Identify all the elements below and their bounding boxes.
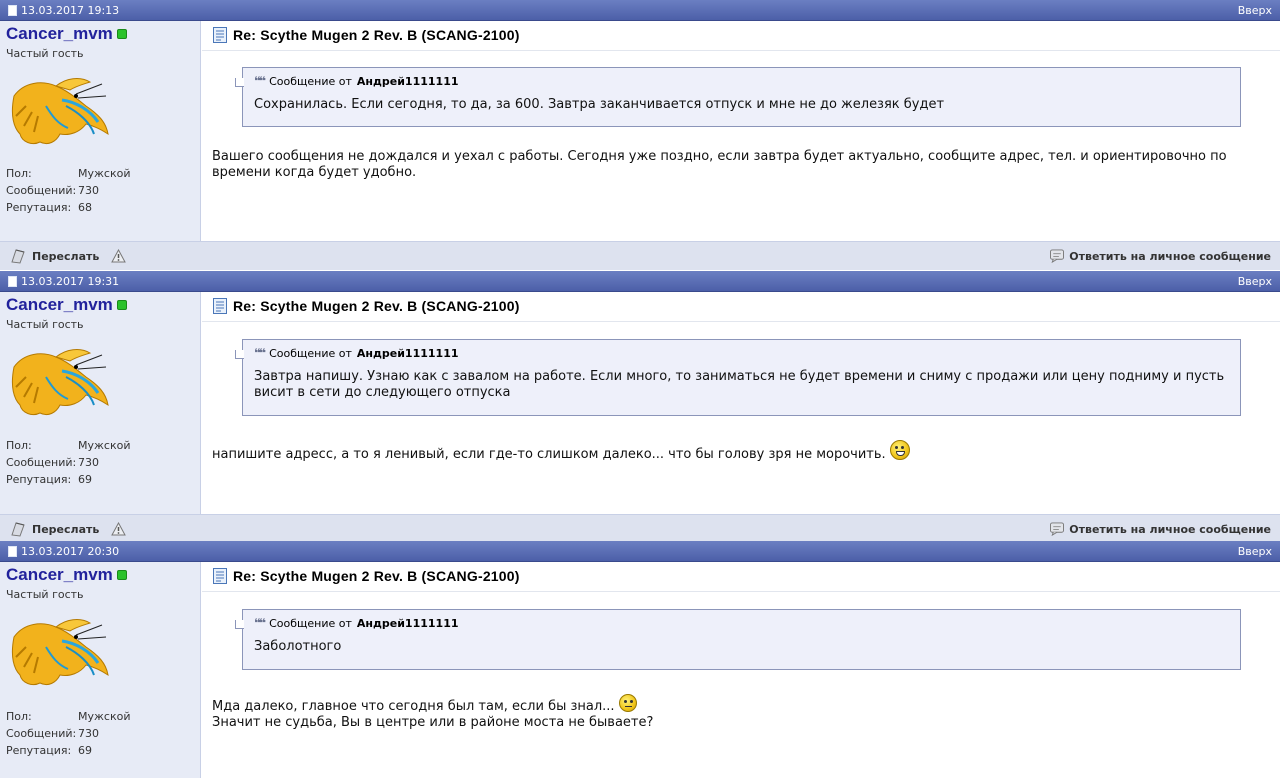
quote-block: ❝❝ Сообщение от Андрей1111111 Сохранилась.… — [235, 67, 1241, 127]
quote-icon: ❝❝ — [254, 74, 266, 88]
post-title: Re: Scythe Mugen 2 Rev. B (SCANG-2100) — [233, 568, 520, 584]
user-rank: Частый гость — [6, 588, 84, 601]
username-link[interactable]: Cancer_mvm — [6, 565, 113, 585]
online-status-icon — [116, 300, 127, 310]
post-header: 13.03.2017 19:13 Вверх — [0, 0, 1280, 21]
crayfish-avatar[interactable] — [6, 76, 110, 148]
stat-row: Сообщений: 730 — [6, 184, 99, 197]
back-to-top-link[interactable]: Вверх — [1238, 0, 1272, 21]
post-title: Re: Scythe Mugen 2 Rev. B (SCANG-2100) — [233, 298, 520, 314]
online-status-icon — [116, 29, 127, 39]
back-to-top-link[interactable]: Вверх — [1238, 271, 1272, 292]
quote-author[interactable]: Андрей1111111 — [357, 75, 459, 88]
quote-icon: ❝❝ — [254, 616, 266, 630]
post-date: 13.03.2017 19:13 — [21, 4, 120, 17]
document-icon — [213, 27, 227, 43]
post-icon — [8, 276, 17, 287]
online-status-icon — [116, 570, 127, 580]
back-to-top-link[interactable]: Вверх — [1238, 541, 1272, 562]
post-1: 13.03.2017 19:13 Вверх Cancer_mvm Частый… — [0, 0, 1280, 270]
post-2: 13.03.2017 19:31 Вверх Cancer_mvm Частый… — [0, 271, 1280, 543]
stat-row: Сообщений: 730 — [6, 727, 99, 740]
post-header: 13.03.2017 19:31 Вверх — [0, 271, 1280, 292]
reply-private-button[interactable]: Ответить на личное сообщение — [1069, 523, 1271, 536]
stat-row: Пол: Мужской — [6, 710, 131, 723]
crayfish-avatar[interactable] — [6, 617, 110, 689]
post-body: Cancer_mvm Частый гость Пол: Мужской Сооб… — [0, 562, 1280, 778]
post-3: 13.03.2017 20:30 Вверх Cancer_mvm Частый… — [0, 541, 1280, 778]
post-date: 13.03.2017 19:31 — [21, 275, 120, 288]
user-stats: Пол: Мужской Сообщений: 730 Репутация: 69 — [6, 708, 130, 759]
quote-text: Заболотного — [254, 639, 342, 654]
quote-prefix: Сообщение от — [269, 346, 352, 360]
warning-icon[interactable] — [111, 249, 127, 263]
forward-icon[interactable] — [10, 521, 26, 537]
crayfish-avatar[interactable] — [6, 347, 110, 419]
message-text: напишите адресс, а то я ленивый, если гд… — [212, 440, 1240, 463]
user-panel: Cancer_mvm Частый гость Пол: Мужской Сооб… — [0, 292, 201, 514]
user-panel: Cancer_mvm Частый гость Пол: Мужской Сооб… — [0, 21, 201, 241]
neutral-smiley-icon — [618, 694, 637, 712]
post-footer: Переслать Ответить на личное сообщение — [0, 241, 1280, 270]
quote-author[interactable]: Андрей1111111 — [357, 347, 459, 360]
quote-block: ❝❝ Сообщение от Андрей1111111 Заболотного — [235, 609, 1241, 670]
message-panel: Re: Scythe Mugen 2 Rev. B (SCANG-2100) ❝… — [202, 21, 1280, 241]
document-icon — [213, 568, 227, 584]
post-icon — [8, 5, 17, 16]
quote-prefix: Сообщение от — [269, 74, 352, 88]
quote-block: ❝❝ Сообщение от Андрей1111111 Завтра напиш… — [235, 339, 1241, 416]
stat-row: Репутация: 68 — [6, 201, 92, 214]
post-header: 13.03.2017 20:30 Вверх — [0, 541, 1280, 562]
forward-button[interactable]: Переслать — [32, 250, 99, 263]
stat-row: Пол: Мужской — [6, 439, 131, 452]
post-footer: Переслать Ответить на личное сообщение — [0, 514, 1280, 543]
stat-row: Пол: Мужской — [6, 167, 131, 180]
forward-icon[interactable] — [10, 248, 26, 264]
reply-private-button[interactable]: Ответить на личное сообщение — [1069, 250, 1271, 263]
quote-author[interactable]: Андрей1111111 — [357, 617, 459, 630]
post-date: 13.03.2017 20:30 — [21, 545, 120, 558]
reply-icon[interactable] — [1049, 249, 1065, 263]
username-link[interactable]: Cancer_mvm — [6, 24, 113, 44]
message-panel: Re: Scythe Mugen 2 Rev. B (SCANG-2100) ❝… — [202, 292, 1280, 514]
user-stats: Пол: Мужской Сообщений: 730 Репутация: 69 — [6, 437, 130, 488]
user-panel: Cancer_mvm Частый гость Пол: Мужской Сооб… — [0, 562, 201, 778]
stat-row: Сообщений: 730 — [6, 456, 99, 469]
stat-row: Репутация: 69 — [6, 473, 92, 486]
warning-icon[interactable] — [111, 522, 127, 536]
message-text: Вашего сообщения не дождался и уехал с р… — [212, 149, 1227, 180]
user-rank: Частый гость — [6, 47, 84, 60]
quote-prefix: Сообщение от — [269, 616, 352, 630]
document-icon — [213, 298, 227, 314]
user-rank: Частый гость — [6, 318, 84, 331]
forward-button[interactable]: Переслать — [32, 523, 99, 536]
quote-icon: ❝❝ — [254, 346, 266, 360]
message-panel: Re: Scythe Mugen 2 Rev. B (SCANG-2100) ❝… — [202, 562, 1280, 778]
post-body: Cancer_mvm Частый гость Пол: Мужской Сооб… — [0, 292, 1280, 514]
grin-smiley-icon — [889, 440, 910, 460]
quote-text: Сохранилась. Если сегодня, то да, за 600… — [254, 97, 945, 112]
user-stats: Пол: Мужской Сообщений: 730 Репутация: 68 — [6, 165, 130, 216]
username-link[interactable]: Cancer_mvm — [6, 295, 113, 315]
post-body: Cancer_mvm Частый гость Пол: Мужской Сооб… — [0, 21, 1280, 241]
reply-icon[interactable] — [1049, 522, 1065, 536]
quote-text: Завтра напишу. Узнаю как с завалом на ра… — [254, 369, 1225, 400]
post-icon — [8, 546, 17, 557]
post-title: Re: Scythe Mugen 2 Rev. B (SCANG-2100) — [233, 27, 520, 43]
message-text: Мда далеко, главное что сегодня был там,… — [212, 694, 1240, 731]
stat-row: Репутация: 69 — [6, 744, 92, 757]
